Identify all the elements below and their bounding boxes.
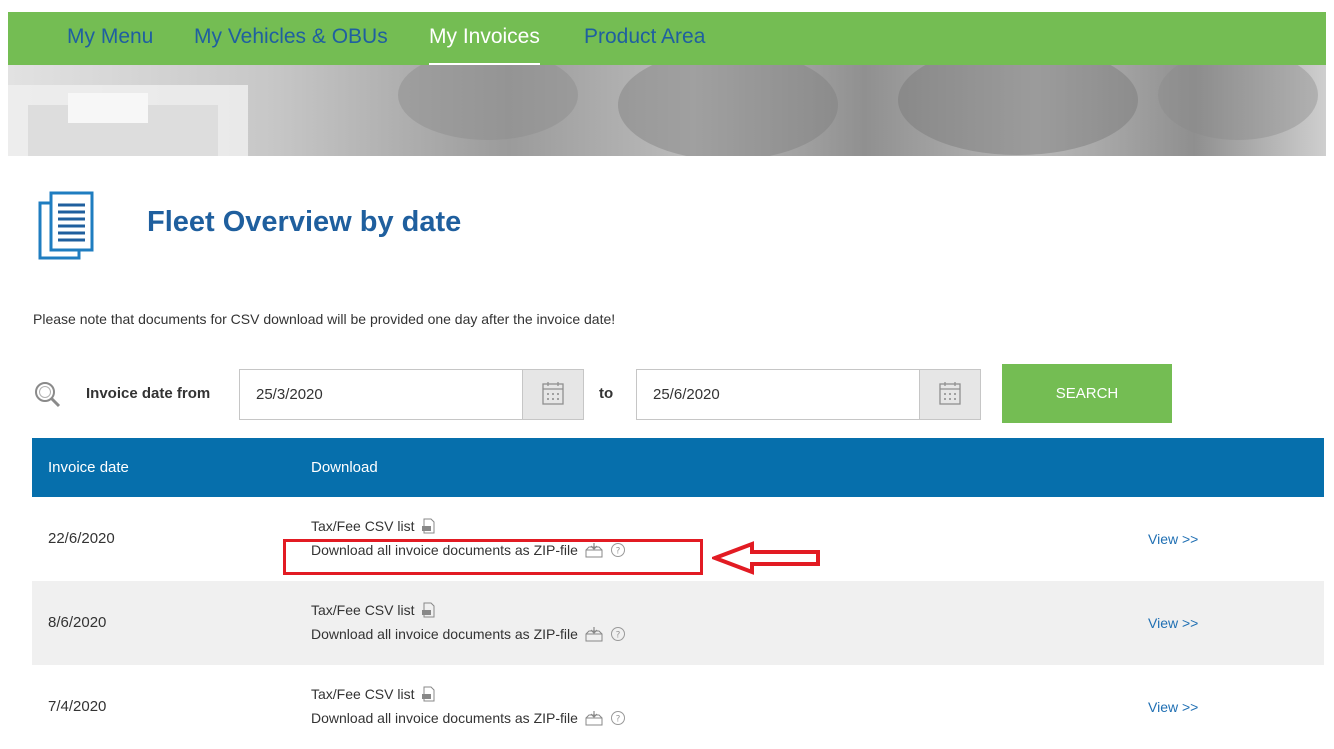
csv-download-link[interactable]: Tax/Fee CSV list <box>311 518 437 534</box>
invoice-date-from-label: Invoice date from <box>86 385 211 402</box>
document-list-icon <box>38 191 94 260</box>
csv-file-icon[interactable] <box>421 518 437 534</box>
csv-file-icon[interactable] <box>421 686 437 702</box>
zip-download-icon[interactable] <box>585 710 603 726</box>
csv-availability-note: Please note that documents for CSV downl… <box>33 311 616 327</box>
top-nav: My Menu My Vehicles & OBUs My Invoices P… <box>8 12 1326 65</box>
zip-download-link[interactable]: Download all invoice documents as ZIP-fi… <box>311 626 626 642</box>
search-button[interactable]: SEARCH <box>1002 364 1172 423</box>
annotation-arrow-icon <box>712 541 820 575</box>
csv-link-label[interactable]: Tax/Fee CSV list <box>311 602 414 618</box>
calendar-icon <box>542 382 564 405</box>
calendar-icon <box>939 382 961 405</box>
csv-download-link[interactable]: Tax/Fee CSV list <box>311 602 437 618</box>
nav-item-product-area[interactable]: Product Area <box>584 12 705 65</box>
zip-link-label[interactable]: Download all invoice documents as ZIP-fi… <box>311 710 578 726</box>
invoice-date-to-label: to <box>599 385 614 402</box>
table-row: 8/6/2020 Tax/Fee CSV list Download all i… <box>32 581 1324 665</box>
banner-graphic <box>8 65 1318 156</box>
page-title: Fleet Overview by date <box>147 206 462 238</box>
nav-item-my-menu[interactable]: My Menu <box>67 12 153 65</box>
date-from-field[interactable]: 25/3/2020 <box>239 369 584 420</box>
svg-text:?: ? <box>615 631 620 641</box>
invoice-date-cell: 22/6/2020 <box>48 530 115 547</box>
view-invoice-link[interactable]: View >> <box>1148 581 1198 665</box>
zip-link-label[interactable]: Download all invoice documents as ZIP-fi… <box>311 626 578 642</box>
view-invoice-link[interactable]: View >> <box>1148 497 1198 581</box>
help-circle-icon[interactable]: ? <box>610 626 626 642</box>
invoice-date-cell: 8/6/2020 <box>48 614 107 631</box>
nav-item-my-vehicles[interactable]: My Vehicles & OBUs <box>194 12 388 65</box>
date-from-calendar-button[interactable] <box>522 370 583 419</box>
column-header-download: Download <box>311 459 378 476</box>
view-invoice-link[interactable]: View >> <box>1148 665 1198 749</box>
nav-item-my-invoices-label: My Invoices <box>429 25 540 48</box>
table-row: 7/4/2020 Tax/Fee CSV list Download all i… <box>32 665 1324 749</box>
csv-link-label[interactable]: Tax/Fee CSV list <box>311 686 414 702</box>
column-header-invoice-date: Invoice date <box>48 459 129 476</box>
annotation-highlight-box <box>283 539 703 575</box>
zip-download-link[interactable]: Download all invoice documents as ZIP-fi… <box>311 710 626 726</box>
csv-link-label[interactable]: Tax/Fee CSV list <box>311 518 414 534</box>
date-from-value[interactable]: 25/3/2020 <box>256 370 323 419</box>
magnifier-icon <box>35 382 61 408</box>
csv-download-link[interactable]: Tax/Fee CSV list <box>311 686 437 702</box>
csv-file-icon[interactable] <box>421 602 437 618</box>
header-banner-image <box>8 65 1326 156</box>
date-to-field[interactable]: 25/6/2020 <box>636 369 981 420</box>
nav-item-my-invoices[interactable]: My Invoices <box>429 12 540 65</box>
help-circle-icon[interactable]: ? <box>610 710 626 726</box>
date-to-value[interactable]: 25/6/2020 <box>653 370 720 419</box>
date-to-calendar-button[interactable] <box>919 370 980 419</box>
svg-text:?: ? <box>615 715 620 725</box>
zip-download-icon[interactable] <box>585 626 603 642</box>
table-header: Invoice date Download <box>32 438 1324 497</box>
invoice-date-cell: 7/4/2020 <box>48 698 107 715</box>
